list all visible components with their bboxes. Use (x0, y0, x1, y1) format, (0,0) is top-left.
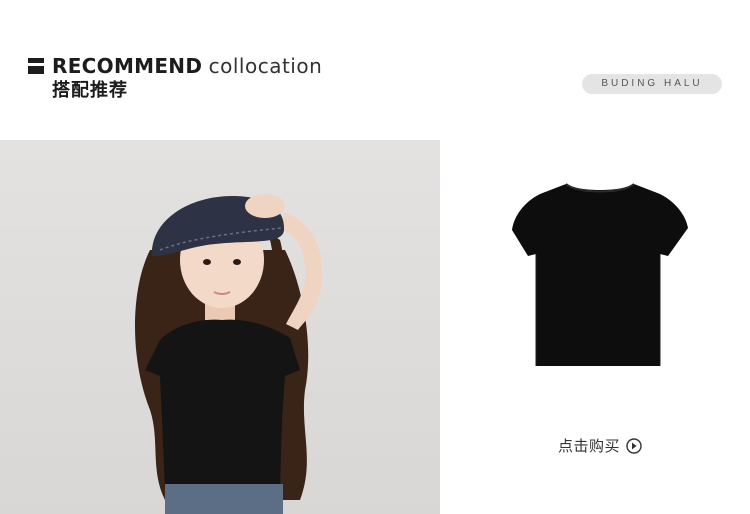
model-illustration (0, 140, 440, 514)
brand-badge: BUDING HALU (582, 74, 722, 94)
section-title-cn: 搭配推荐 (52, 80, 128, 101)
section-title-en: RECOMMEND collocation (52, 54, 322, 78)
model-photo (0, 140, 440, 514)
arrow-circle-right-icon (626, 438, 642, 454)
product-panel: 点击购买 (440, 140, 750, 514)
title-en-strong: RECOMMEND (52, 54, 203, 78)
buy-label: 点击购买 (558, 437, 621, 455)
section-mark-icon (28, 58, 44, 74)
product-tshirt-image[interactable] (510, 180, 690, 370)
title-en-light: collocation (208, 54, 323, 78)
page-header: RECOMMEND collocation 搭配推荐 BUDING HALU (0, 0, 750, 140)
buy-button[interactable]: 点击购买 (558, 436, 642, 456)
